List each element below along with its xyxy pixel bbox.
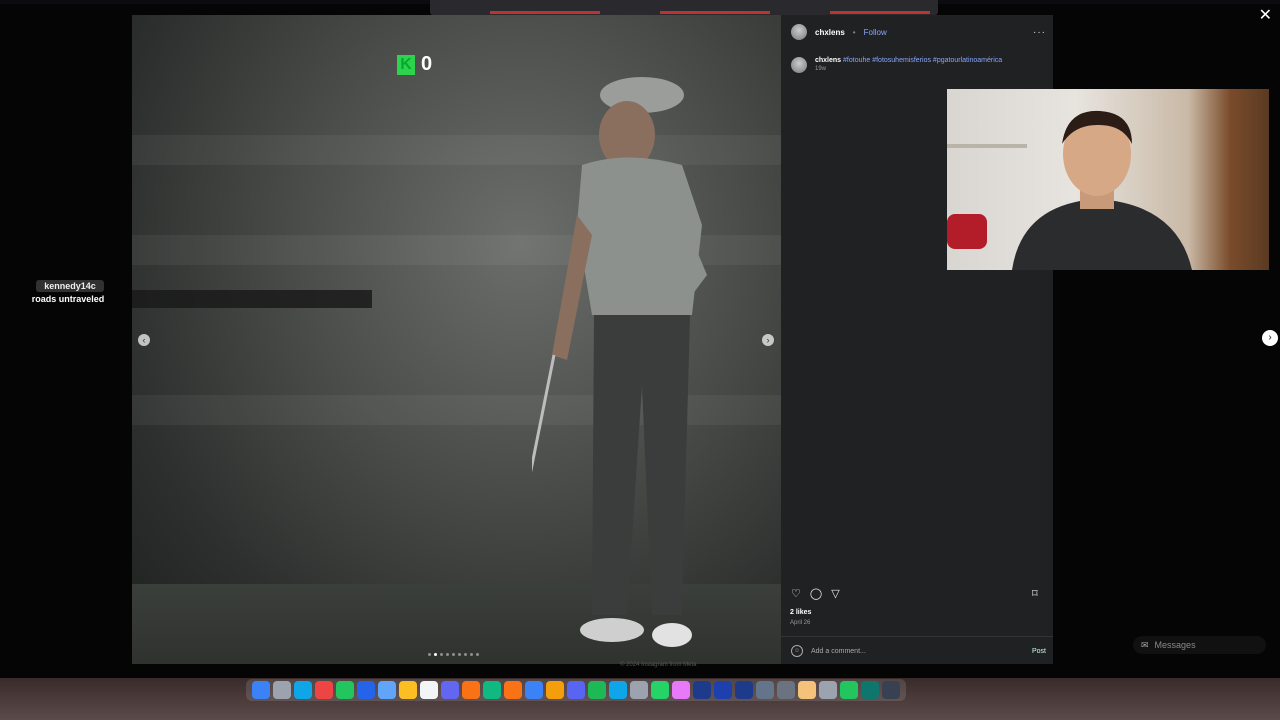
dock-app-icon[interactable] [819, 681, 837, 699]
dock-app-icon[interactable] [735, 681, 753, 699]
carousel-dot[interactable] [440, 653, 443, 656]
dock-app-icon[interactable] [651, 681, 669, 699]
caption-hashtags[interactable]: #fotouhe #fotosuhemisferios #pgatourlati… [843, 57, 1002, 64]
footer-copyright: © 2024 Instagram from Meta [620, 662, 697, 668]
separator-dot: • [852, 27, 856, 37]
caption-username[interactable]: chxlens [815, 57, 841, 64]
dock-app-icon[interactable] [693, 681, 711, 699]
dock-app-icon[interactable] [525, 681, 543, 699]
share-icon[interactable]: ▽ [831, 587, 839, 600]
macos-dock [246, 679, 906, 701]
emoji-icon[interactable]: ☺ [791, 645, 803, 657]
score-value: 0 [421, 53, 433, 75]
dock-app-icon[interactable] [609, 681, 627, 699]
post-photo[interactable]: K 0 ‹ › [132, 15, 781, 664]
close-icon[interactable]: ✕ [1259, 8, 1272, 24]
previous-slide-button[interactable]: ‹ [138, 334, 150, 346]
dock-app-icon[interactable] [420, 681, 438, 699]
avatar[interactable] [791, 57, 807, 73]
carousel-dot[interactable] [428, 653, 431, 656]
post-actions: ♡ ◯ ▽ [791, 587, 840, 600]
carousel-dot[interactable] [458, 653, 461, 656]
comment-input[interactable]: Add a comment... [811, 648, 866, 655]
score-overlay: K 0 [397, 53, 432, 76]
carousel-dot[interactable] [452, 653, 455, 656]
dock-app-icon[interactable] [483, 681, 501, 699]
golfer-figure [532, 77, 707, 647]
stream-overlay-username: kennedy14c [36, 280, 104, 292]
dock-app-icon[interactable] [546, 681, 564, 699]
carousel-dots [428, 653, 479, 656]
more-options-icon[interactable]: ··· [1033, 27, 1046, 38]
next-post-button[interactable]: › [1262, 330, 1278, 346]
caption-age: 19w [815, 66, 827, 72]
comment-bar: ☺ Add a comment... Post [791, 645, 1046, 657]
dock-app-icon[interactable] [399, 681, 417, 699]
dock-app-icon[interactable] [777, 681, 795, 699]
dock-app-icon[interactable] [861, 681, 879, 699]
webcam-overlay [947, 89, 1269, 270]
progress-segment [830, 11, 930, 14]
dock-app-icon[interactable] [462, 681, 480, 699]
dock-app-icon[interactable] [294, 681, 312, 699]
post-username[interactable]: chxlens [815, 28, 845, 37]
dock-app-icon[interactable] [840, 681, 858, 699]
post-comment-button[interactable]: Post [1032, 648, 1046, 655]
progress-segment [660, 11, 770, 14]
likes-count[interactable]: 2 likes [790, 609, 811, 616]
dock-app-icon[interactable] [378, 681, 396, 699]
dock-app-icon[interactable] [714, 681, 732, 699]
dock-app-icon[interactable] [567, 681, 585, 699]
dock-app-icon[interactable] [252, 681, 270, 699]
carousel-dot[interactable] [446, 653, 449, 656]
dock-app-icon[interactable] [672, 681, 690, 699]
dock-app-icon[interactable] [504, 681, 522, 699]
carousel-dot[interactable] [476, 653, 479, 656]
dock-app-icon[interactable] [630, 681, 648, 699]
messages-label: Messages [1154, 640, 1196, 650]
comment-icon[interactable]: ◯ [810, 587, 822, 600]
dock-app-icon[interactable] [273, 681, 291, 699]
stream-overlay-subtitle: roads untraveled [31, 294, 105, 304]
dock-app-icon[interactable] [882, 681, 900, 699]
video-progress-bar[interactable] [430, 0, 938, 15]
dock-app-icon[interactable] [756, 681, 774, 699]
follow-button[interactable]: Follow [864, 28, 887, 37]
dock-app-icon[interactable] [336, 681, 354, 699]
carousel-dot[interactable] [464, 653, 467, 656]
dock-app-icon[interactable] [588, 681, 606, 699]
divider [781, 636, 1053, 637]
avatar[interactable] [791, 24, 807, 40]
post-header: chxlens • Follow [791, 24, 887, 40]
post-date: April 26 [790, 620, 811, 626]
messenger-icon: ✉ [1141, 639, 1149, 650]
dock-app-icon[interactable] [315, 681, 333, 699]
streamer-figure [1012, 110, 1192, 270]
like-icon[interactable]: ♡ [791, 587, 801, 600]
red-pillow [947, 214, 987, 249]
dock-app-icon[interactable] [357, 681, 375, 699]
next-slide-button[interactable]: › [762, 334, 774, 346]
carousel-dot[interactable] [470, 653, 473, 656]
redacted-bar [132, 290, 372, 308]
progress-segment [490, 11, 600, 14]
carousel-dot[interactable] [434, 653, 437, 656]
bookmark-icon[interactable]: ⌑ [1032, 587, 1038, 600]
dock-app-icon[interactable] [441, 681, 459, 699]
messages-button[interactable]: ✉ Messages [1133, 636, 1266, 654]
post-caption: chxlens #fotouhe #fotosuhemisferios #pga… [791, 57, 1002, 73]
dock-app-icon[interactable] [798, 681, 816, 699]
kick-logo-icon: K [397, 54, 415, 75]
